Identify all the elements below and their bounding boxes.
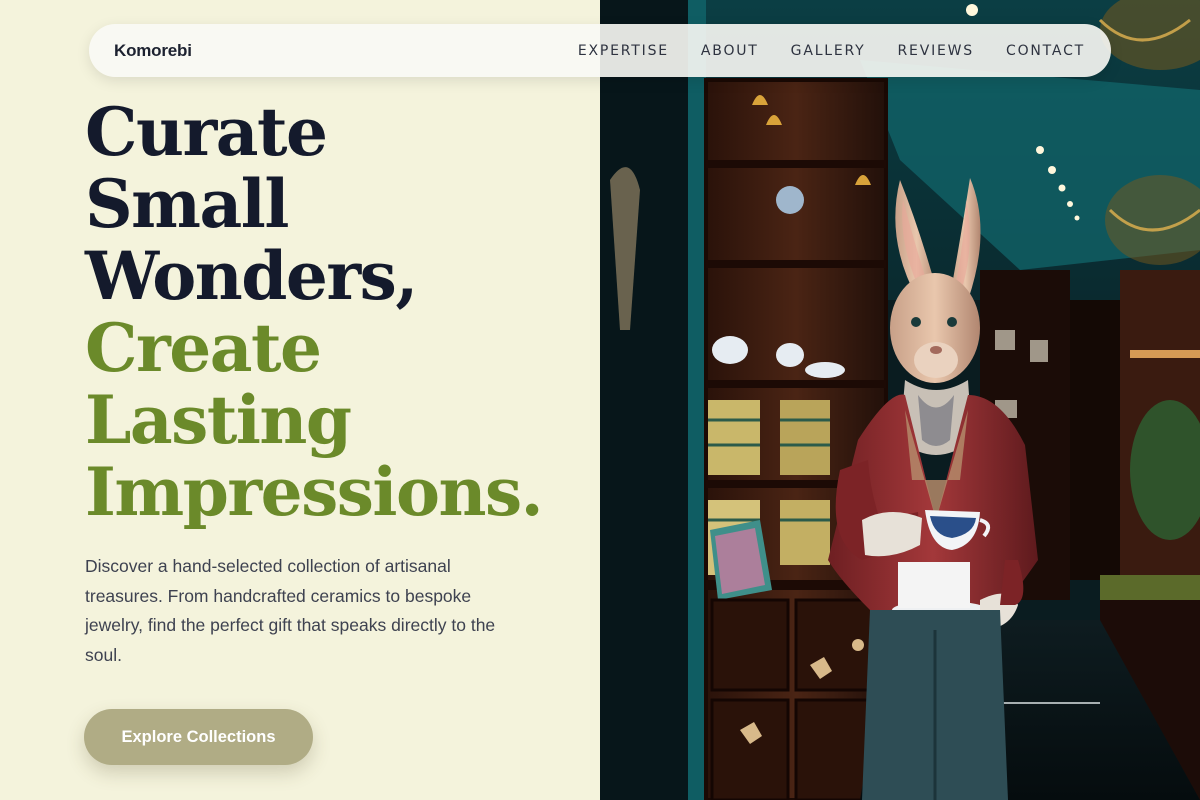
rabbit-figure-shop-image — [600, 0, 1200, 800]
hero-section: Curate Small Wonders, Create Lasting Imp… — [0, 0, 1200, 800]
nav-link-expertise[interactable]: EXPERTISE — [578, 43, 669, 59]
headline-line-1: Curate — [85, 93, 328, 171]
hero-photo — [600, 0, 1200, 800]
top-navigation-bar: Komorebi EXPERTISE ABOUT GALLERY REVIEWS… — [89, 24, 1111, 77]
headline-line-6: Impressions. — [85, 453, 544, 531]
nav-link-about[interactable]: ABOUT — [701, 43, 759, 59]
headline-line-4: Create — [85, 309, 322, 387]
nav-link-contact[interactable]: CONTACT — [1006, 43, 1085, 59]
explore-collections-button[interactable]: Explore Collections — [84, 709, 313, 765]
brand-logo-text[interactable]: Komorebi — [114, 41, 192, 61]
nav-link-reviews[interactable]: REVIEWS — [898, 43, 974, 59]
nav-link-gallery[interactable]: GALLERY — [791, 43, 866, 59]
hero-description: Discover a hand-selected collection of a… — [85, 556, 496, 665]
hero-text-panel: Curate Small Wonders, Create Lasting Imp… — [0, 0, 600, 800]
nav-menu: EXPERTISE ABOUT GALLERY REVIEWS CONTACT — [546, 43, 1085, 59]
headline-line-2: Small — [85, 165, 289, 243]
headline-line-3: Wonders, — [85, 237, 418, 315]
headline-line-5: Lasting — [85, 381, 352, 459]
hero-headline: Curate Small Wonders, Create Lasting Imp… — [85, 96, 585, 528]
